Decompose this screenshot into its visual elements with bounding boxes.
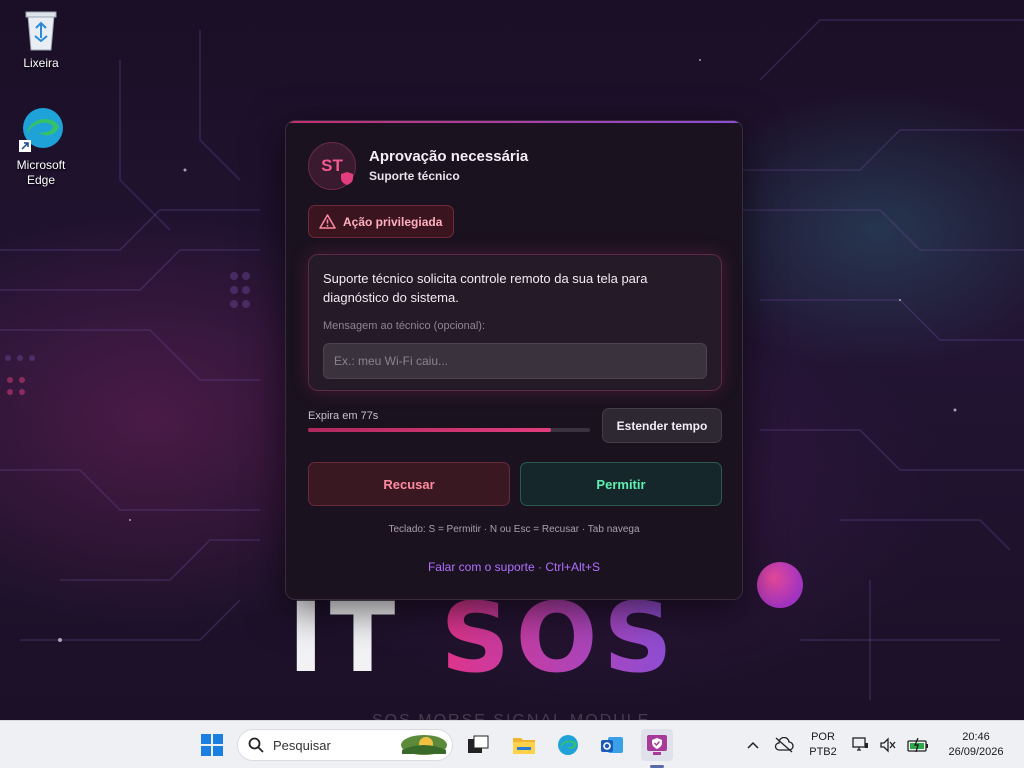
tray-volume[interactable]: [872, 729, 904, 761]
dialog-subtitle: Suporte técnico: [369, 169, 460, 183]
desktop-icon-label: Microsoft Edge: [16, 158, 66, 187]
allow-button[interactable]: Permitir: [520, 462, 722, 506]
request-message-card: Suporte técnico solicita controle remoto…: [308, 254, 722, 391]
request-message: Suporte técnico solicita controle remoto…: [323, 271, 648, 305]
tray-battery[interactable]: [902, 729, 934, 761]
keyboard-hint: Teclado: S = Permitir · N ou Esc = Recus…: [388, 524, 640, 535]
approval-dialog: ST Aprovação necessária Suporte técnico …: [285, 120, 743, 600]
taskbar-edge[interactable]: [552, 729, 584, 761]
language-indicator[interactable]: POR PTB2: [804, 730, 842, 760]
expire-progress-bar: [308, 428, 590, 432]
taskbar-task-view[interactable]: [462, 729, 494, 761]
file-explorer-icon: [513, 738, 535, 754]
task-view-icon: [468, 735, 489, 753]
taskbar-search[interactable]: Pesquisar: [237, 729, 453, 761]
clock-time: 20:46: [962, 731, 990, 743]
taskbar: Pesquisar POR PTB2 20:46 26/09/2026: [0, 720, 1024, 768]
chevron-up-icon: [747, 741, 759, 749]
clock-date: 26/09/2026: [948, 746, 1004, 758]
avatar-initials: ST: [321, 156, 343, 175]
technician-message-input[interactable]: [323, 343, 707, 379]
warning-icon: [319, 214, 336, 229]
expire-progress-fill: [308, 428, 551, 432]
battery-charging-icon: [907, 738, 928, 752]
volume-muted-icon: [880, 737, 896, 753]
edge-icon: [19, 108, 63, 152]
privileged-action-badge: Ação privilegiada: [308, 205, 454, 238]
tray-overflow-button[interactable]: [737, 729, 769, 761]
clock[interactable]: 20:46 26/09/2026: [938, 730, 1014, 760]
avatar: ST: [308, 142, 356, 190]
tray-onedrive[interactable]: [768, 729, 800, 761]
contact-support-link[interactable]: Falar com o suporte · Ctrl+Alt+S: [286, 560, 742, 574]
approval-app-icon: [647, 735, 667, 755]
privileged-badge-label: Ação privilegiada: [343, 214, 443, 229]
outlook-icon: [601, 737, 623, 753]
start-button[interactable]: [196, 729, 228, 761]
message-label: Mensagem ao técnico (opcional):: [323, 320, 486, 332]
recycle-bin-icon: [25, 11, 57, 51]
desktop-icon-recycle-bin[interactable]: Lixeira: [6, 8, 76, 71]
keyboard-layout: PTB2: [809, 746, 837, 758]
cloud-offline-icon: [774, 737, 794, 753]
start-icon: [201, 734, 223, 756]
dialog-title: Aprovação necessária: [369, 148, 529, 165]
expire-countdown: Expira em 77s: [308, 410, 379, 422]
desktop-icon-edge[interactable]: Microsoft Edge: [6, 104, 76, 188]
desktop-icon-label: Lixeira: [23, 56, 59, 70]
brand-dot: [757, 562, 803, 608]
wallpaper-brand-logo: IT SOS: [288, 590, 679, 686]
taskbar-approval-app[interactable]: [641, 729, 673, 761]
search-highlight-icon: [401, 735, 447, 755]
language-code: POR: [811, 731, 835, 743]
shield-icon: [341, 172, 353, 185]
taskbar-file-explorer[interactable]: [508, 729, 540, 761]
edge-icon: [558, 735, 578, 755]
search-icon: [248, 737, 264, 753]
taskbar-outlook[interactable]: [596, 729, 628, 761]
network-icon: [852, 737, 868, 751]
extend-time-button[interactable]: Estender tempo: [602, 408, 722, 443]
search-placeholder: Pesquisar: [273, 737, 331, 753]
deny-button[interactable]: Recusar: [308, 462, 510, 506]
